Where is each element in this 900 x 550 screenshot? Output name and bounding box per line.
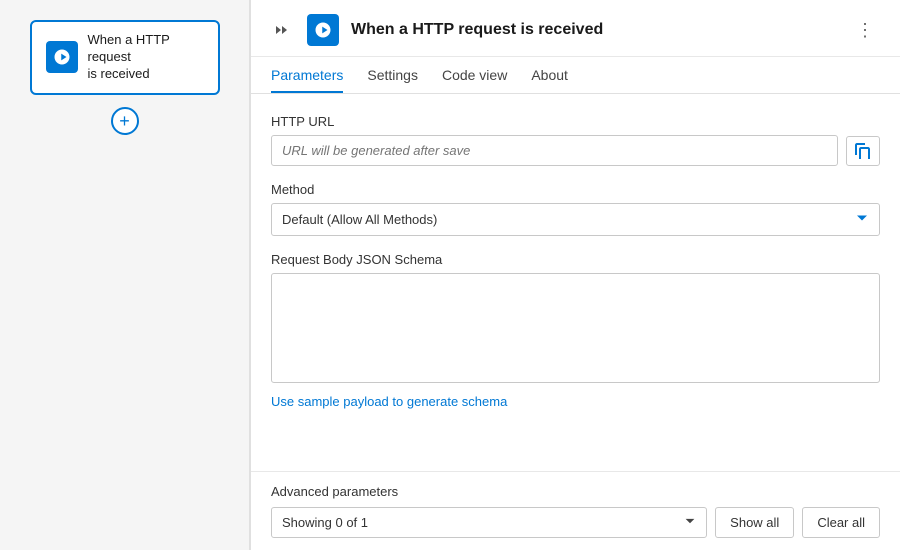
trigger-label-line2: is received [88,66,150,81]
right-panel: When a HTTP request is received ⋮ Parame… [251,0,900,550]
collapse-button[interactable] [267,20,295,40]
advanced-parameters-label: Advanced parameters [271,484,880,499]
panel-content: HTTP URL Method Default (Allow All Metho… [251,94,900,471]
json-schema-group: Request Body JSON Schema Use sample payl… [271,252,880,409]
url-field-wrapper [271,135,880,166]
advanced-select-wrapper: Showing 0 of 1 [271,507,707,538]
tab-settings[interactable]: Settings [367,57,418,93]
http-url-label: HTTP URL [271,114,880,129]
header-http-icon [314,21,332,39]
copy-url-button[interactable] [846,136,880,166]
method-label: Method [271,182,880,197]
tab-code-view[interactable]: Code view [442,57,507,93]
method-group: Method Default (Allow All Methods) GET P… [271,182,880,236]
advanced-parameters-footer: Advanced parameters Showing 0 of 1 Show … [251,471,900,550]
method-select[interactable]: Default (Allow All Methods) GET POST PUT… [271,203,880,236]
http-url-input[interactable] [271,135,838,166]
trigger-label-line1: When a HTTP request [88,32,170,64]
method-select-wrapper: Default (Allow All Methods) GET POST PUT… [271,203,880,236]
panel-header: When a HTTP request is received ⋮ [251,0,900,57]
clear-all-button[interactable]: Clear all [802,507,880,538]
trigger-card[interactable]: When a HTTP request is received [30,20,220,95]
http-url-group: HTTP URL [271,114,880,166]
collapse-icon [273,22,289,38]
json-schema-textarea[interactable] [271,273,880,383]
more-options-button[interactable]: ⋮ [850,19,880,41]
http-request-icon [53,48,71,66]
tab-about[interactable]: About [531,57,568,93]
json-schema-label: Request Body JSON Schema [271,252,880,267]
tab-parameters[interactable]: Parameters [271,57,343,93]
panel-title: When a HTTP request is received [351,21,838,39]
show-all-button[interactable]: Show all [715,507,794,538]
advanced-row: Showing 0 of 1 Show all Clear all [271,507,880,538]
tabs-bar: Parameters Settings Code view About [251,57,900,94]
add-step-button[interactable]: + [111,107,139,135]
advanced-select[interactable]: Showing 0 of 1 [271,507,707,538]
sample-payload-link[interactable]: Use sample payload to generate schema [271,394,507,409]
header-icon-wrapper [307,14,339,46]
trigger-label: When a HTTP request is received [88,32,204,83]
copy-icon [855,143,871,159]
trigger-icon-wrapper [46,41,78,73]
left-panel: When a HTTP request is received + [0,0,250,550]
